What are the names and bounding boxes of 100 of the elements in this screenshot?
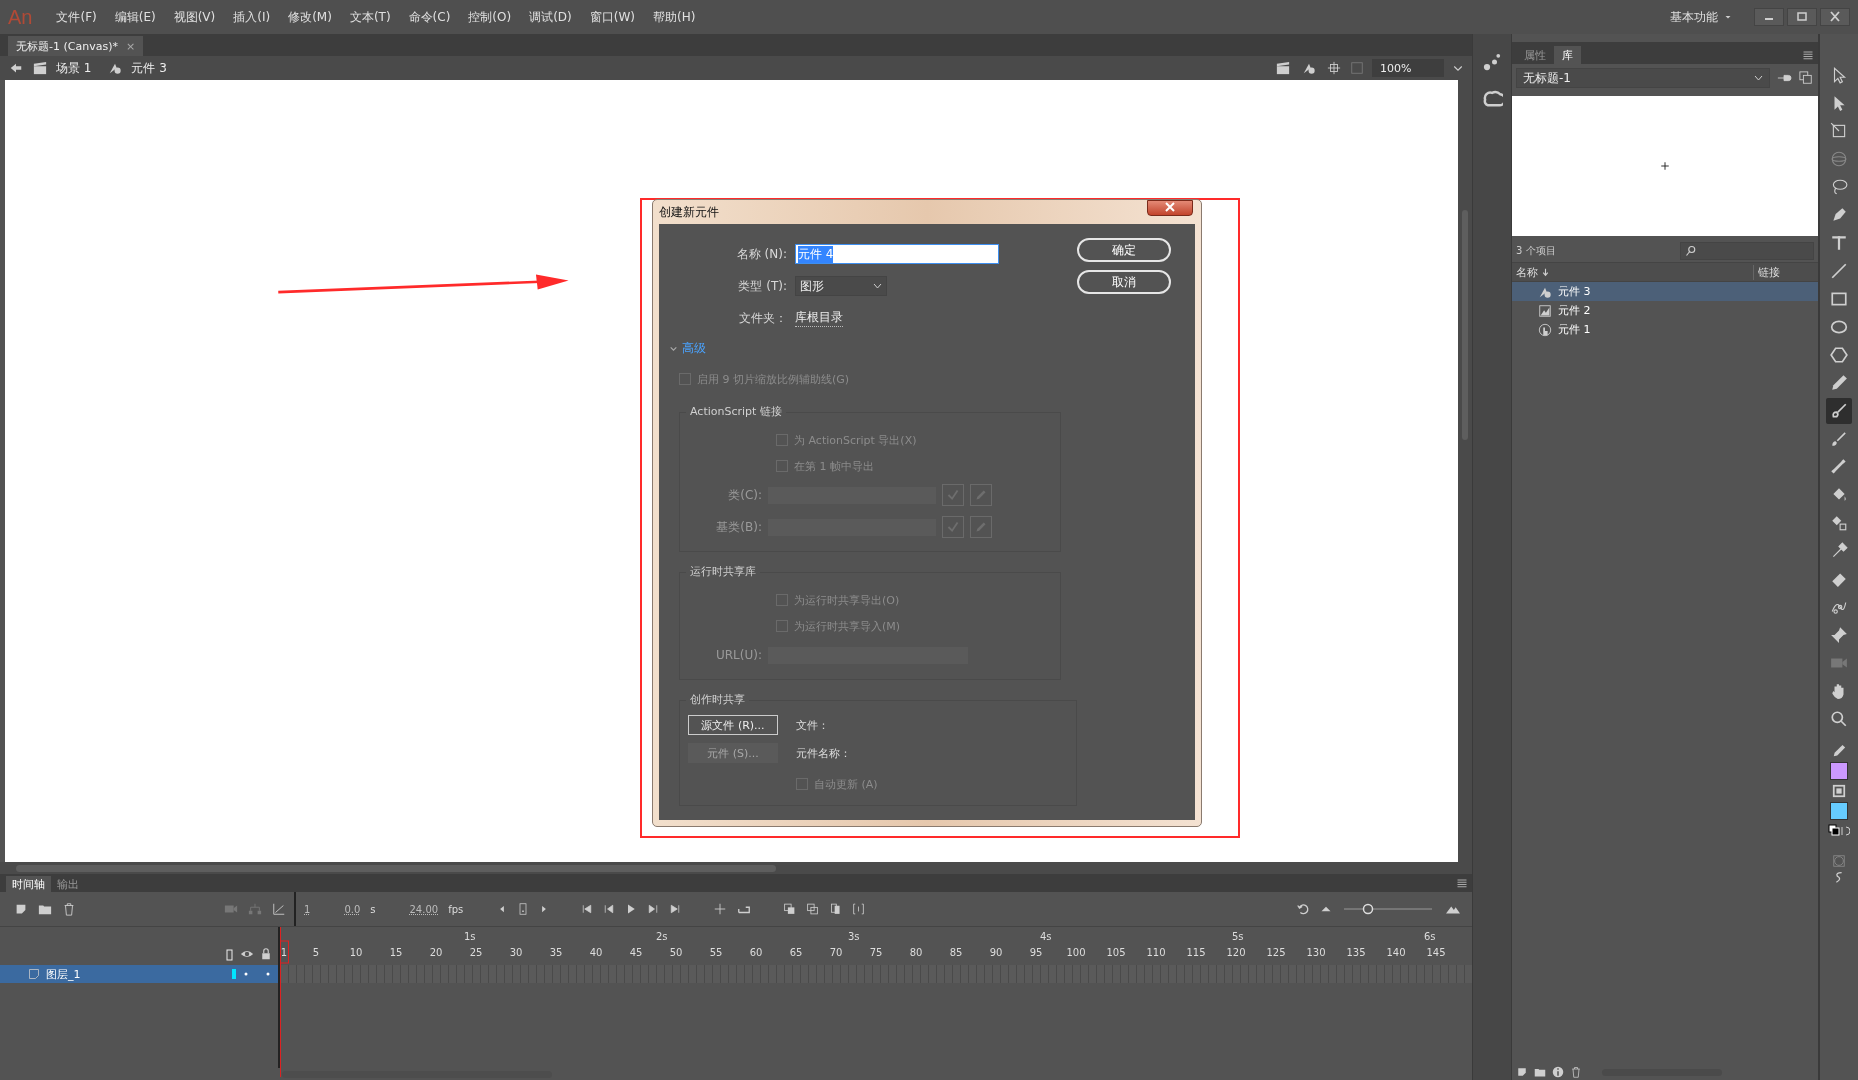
elapsed-time[interactable]: 0.0 [344, 903, 361, 915]
color-swatch[interactable] [1830, 802, 1848, 820]
frame-number: 110 [1146, 947, 1166, 958]
frame-number: 135 [1346, 947, 1366, 958]
rotate-icon[interactable] [1296, 902, 1310, 916]
minimize-icon[interactable] [1754, 8, 1784, 26]
menu-item[interactable]: 调试(D) [521, 4, 580, 30]
maximize-icon[interactable] [1787, 8, 1817, 26]
menu-item[interactable]: 窗口(W) [581, 4, 643, 30]
field-label: 基类(B): [715, 518, 762, 536]
menu-item[interactable]: 文本(T) [341, 4, 399, 30]
onion-skin-icon[interactable] [783, 902, 797, 916]
library-item[interactable]: 元件 1 [1512, 320, 1818, 339]
folder-link[interactable]: 库根目录 [795, 309, 843, 327]
library-item[interactable]: 元件 3 [1512, 282, 1818, 301]
menu-item[interactable]: 视图(V) [165, 4, 224, 30]
frame-ruler[interactable]: 1s 2s 3s 4s 5s 6s 1 5 10 15 20 25 30 35 40 45 50 55 60 65 70 75 80 85 90 95 100 105 110 115 120 125 130 135 140 145 [280, 927, 1472, 965]
fill-icon[interactable] [1831, 784, 1847, 798]
fps-unit: fps [448, 903, 464, 915]
caret-down-icon[interactable] [1724, 13, 1732, 21]
panel-tab[interactable]: 输出 [51, 876, 85, 892]
zoom-field[interactable]: 100% [1372, 59, 1444, 77]
symbol-name-label: 元件名称： [796, 745, 852, 761]
menu-item[interactable]: 命令(C) [400, 4, 459, 30]
seconds-label: 6s [1424, 931, 1436, 942]
phone-icon[interactable] [517, 902, 530, 916]
pencil-icon[interactable] [1832, 744, 1846, 758]
back-arrow-icon[interactable] [8, 61, 24, 75]
frame-rate[interactable]: 24.00 [409, 903, 439, 915]
name-input[interactable]: 元件 4 [795, 244, 999, 264]
checkmark-icon[interactable] [942, 484, 964, 506]
seconds-label: 1s [464, 931, 476, 942]
frame-number: 140 [1386, 947, 1406, 958]
menu-item[interactable]: 帮助(H) [645, 4, 704, 30]
layer-color-marker[interactable] [232, 969, 236, 979]
menu-item[interactable]: 控制(O) [460, 4, 520, 30]
breadcrumb[interactable]: 元件 3 [131, 59, 167, 77]
menu-item[interactable]: 修改(M) [280, 4, 340, 30]
ok-button[interactable]: 确定 [1077, 238, 1171, 262]
new-symbol-icon[interactable] [1516, 1065, 1528, 1079]
group-title: ActionScript 链接 [686, 404, 786, 419]
graph-icon[interactable] [272, 902, 286, 916]
movie-clip-icon [1538, 303, 1552, 318]
frame-number: 10 [349, 947, 363, 958]
close-icon[interactable] [1820, 8, 1850, 26]
step-back-icon[interactable] [603, 902, 616, 916]
lock-icon[interactable] [260, 947, 272, 961]
last-frame-icon[interactable] [669, 902, 682, 916]
swap-colors-icon[interactable] [1828, 824, 1850, 838]
frame-number: 130 [1306, 947, 1326, 958]
document-dropdown[interactable]: 无标题-1 [1516, 68, 1770, 88]
info-icon[interactable] [1552, 1065, 1564, 1079]
duplicate-icon[interactable] [1798, 71, 1814, 85]
search-field[interactable] [1680, 242, 1814, 260]
frame-number: 80 [909, 947, 923, 958]
group-title: 运行时共享库 [686, 564, 760, 579]
menu-item[interactable]: 编辑(E) [106, 4, 164, 30]
trash-icon[interactable] [1570, 1065, 1582, 1079]
dialog-title: 创建新元件 [659, 203, 719, 221]
dots-icon[interactable] [1482, 52, 1502, 72]
menu-icon[interactable] [1802, 48, 1814, 62]
edit-frames-icon[interactable] [829, 902, 843, 916]
onion-outline-icon[interactable] [806, 902, 820, 916]
menu-item[interactable]: 插入(I) [225, 4, 279, 30]
panel-tab[interactable]: 时间轴 [6, 876, 51, 892]
column-header[interactable]: 名称 [1516, 264, 1538, 280]
type-dropdown[interactable]: 图形 [795, 276, 887, 296]
close-button[interactable] [1147, 200, 1193, 216]
new-layer-icon[interactable] [14, 902, 28, 916]
panel-tab[interactable]: 库 [1554, 46, 1581, 64]
current-frame[interactable]: 1 [304, 903, 311, 915]
source-button[interactable]: 源文件 (R)... [688, 715, 778, 735]
seconds-label: 2s [656, 931, 668, 942]
scrollbar-thumb[interactable] [282, 1070, 552, 1078]
step-forward-icon[interactable] [647, 902, 660, 916]
layer-row[interactable]: 图层_1 [0, 965, 280, 983]
library-item[interactable]: 元件 2 [1512, 301, 1818, 320]
time-unit: s [370, 903, 376, 915]
menu-icon[interactable] [1456, 876, 1468, 890]
zoom-slider[interactable] [1342, 902, 1434, 916]
panel-tab[interactable]: 属性 [1516, 46, 1554, 64]
cancel-button[interactable]: 取消 [1077, 270, 1171, 294]
marker-range-icon[interactable] [852, 902, 866, 916]
trash-icon[interactable] [62, 902, 76, 916]
workspace-switcher[interactable]: 基本功能 [1670, 8, 1718, 26]
tab-close-icon[interactable]: × [125, 39, 136, 53]
menu-item[interactable]: 文件(F) [48, 4, 105, 30]
breadcrumb[interactable]: 场景 1 [56, 59, 92, 77]
clapperboard-icon[interactable] [1274, 61, 1292, 75]
frame-number: 70 [829, 947, 843, 958]
brush-icon[interactable] [1826, 398, 1852, 424]
seconds-label: 3s [848, 931, 860, 942]
document-tab[interactable]: 无标题-1 (Canvas)* × [8, 36, 144, 56]
first-frame-icon[interactable] [581, 902, 594, 916]
column-header[interactable]: 链接 [1753, 264, 1818, 280]
crosshair-icon[interactable] [1326, 61, 1342, 75]
checkmark-icon[interactable] [942, 516, 964, 538]
color-swatch[interactable] [1830, 762, 1848, 780]
frame-number: 1 [280, 947, 288, 958]
field-label: 类型 (T): [737, 277, 787, 295]
